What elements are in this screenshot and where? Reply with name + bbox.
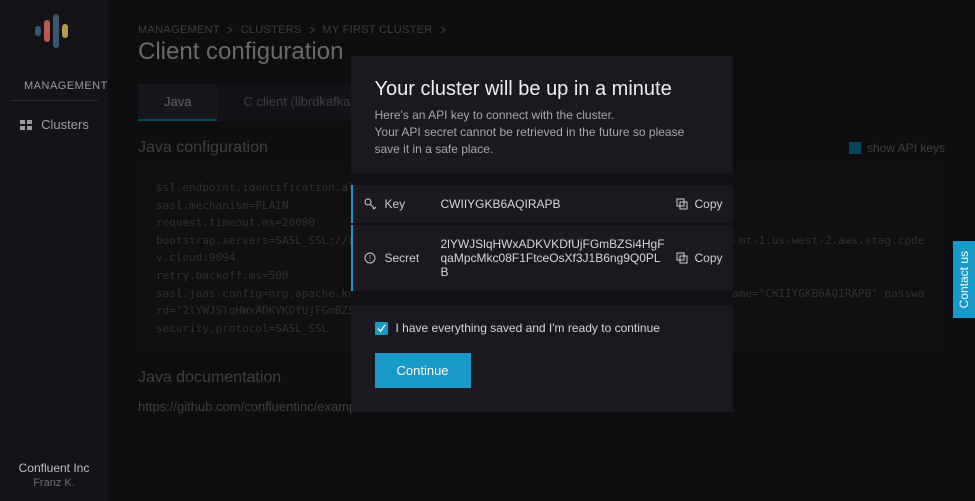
copy-label: Copy: [694, 197, 722, 211]
sidebar-heading: MANAGEMENT: [10, 60, 98, 101]
cluster-ready-modal: Your cluster will be up in a minute Here…: [351, 56, 733, 412]
key-label: Key: [385, 197, 406, 211]
copy-icon: [676, 252, 688, 264]
api-key-value: CWIIYGKB6AQIRAPB: [441, 197, 667, 211]
copy-label: Copy: [694, 251, 722, 265]
copy-secret-button[interactable]: Copy: [676, 251, 722, 265]
sidebar-item-label: Clusters: [41, 117, 89, 132]
modal-overlay: Your cluster will be up in a minute Here…: [108, 0, 975, 501]
api-key-row: Key CWIIYGKB6AQIRAPB Copy: [351, 185, 733, 223]
modal-title: Your cluster will be up in a minute: [375, 78, 709, 101]
secret-label-group: ! Secret: [363, 251, 431, 265]
clusters-icon: [19, 118, 33, 132]
key-label-group: Key: [363, 197, 431, 211]
api-secret-value: 2lYWJSlqHWxADKVKDfUjFGmBZSi4HgFqaMpcMkc0…: [441, 237, 667, 279]
copy-icon: [676, 198, 688, 210]
confirm-label: I have everything saved and I'm ready to…: [396, 321, 660, 335]
main: MANAGEMENT CLUSTERS MY FIRST CLUSTER Cli…: [108, 0, 975, 501]
sidebar-footer: Confluent Inc Franz K.: [0, 449, 108, 501]
credentials-rows: Key CWIIYGKB6AQIRAPB Copy !: [351, 173, 733, 305]
confirm-checkbox[interactable]: I have everything saved and I'm ready to…: [375, 321, 709, 335]
contact-us-label: Contact us: [957, 251, 971, 308]
modal-sub1: Here's an API key to connect with the cl…: [375, 108, 615, 122]
modal-sub2: Your API secret cannot be retrieved in t…: [375, 125, 685, 156]
key-icon: [363, 197, 377, 211]
secret-label: Secret: [385, 251, 420, 265]
modal-body: I have everything saved and I'm ready to…: [351, 305, 733, 412]
user-name: Franz K.: [12, 477, 96, 489]
sidebar: MANAGEMENT Clusters Confluent Inc Franz …: [0, 0, 108, 501]
logo: [0, 0, 108, 60]
checkbox-icon: [375, 322, 388, 335]
secret-icon: !: [363, 251, 377, 265]
org-name: Confluent Inc: [12, 461, 96, 475]
modal-header: Your cluster will be up in a minute Here…: [351, 56, 733, 173]
continue-button[interactable]: Continue: [375, 353, 471, 388]
contact-us-tab[interactable]: Contact us: [953, 241, 975, 318]
svg-text:!: !: [368, 254, 370, 263]
copy-key-button[interactable]: Copy: [676, 197, 722, 211]
api-secret-row: ! Secret 2lYWJSlqHWxADKVKDfUjFGmBZSi4HgF…: [351, 225, 733, 291]
sidebar-item-clusters[interactable]: Clusters: [0, 109, 108, 140]
